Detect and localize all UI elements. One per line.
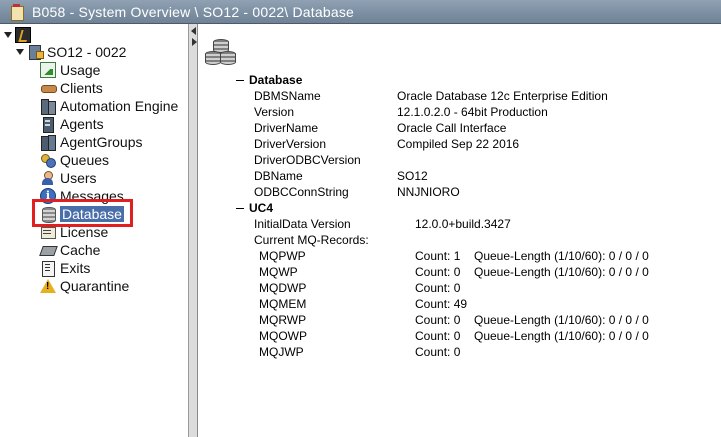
users-icon bbox=[40, 170, 56, 186]
mq-record-count: Count: 0 bbox=[415, 345, 461, 359]
mq-record-count: Count: 0 bbox=[415, 329, 461, 343]
tree-root[interactable] bbox=[4, 26, 35, 44]
window-title: B058 - System Overview \ SO12 - 0022\ Da… bbox=[32, 3, 355, 20]
field-key: DBMSName bbox=[254, 89, 321, 103]
clients-icon bbox=[40, 80, 57, 96]
field-key: DriverVersion bbox=[254, 137, 327, 151]
tree-item-label: Exits bbox=[60, 260, 91, 276]
tree-item-label: Automation Engine bbox=[60, 98, 179, 114]
section-title-database: Database bbox=[249, 73, 303, 87]
collapse-database-icon[interactable] bbox=[236, 80, 244, 81]
tree-item-label: Users bbox=[60, 170, 97, 186]
mq-record-count: Count: 49 bbox=[415, 297, 468, 311]
expand-caret-icon[interactable] bbox=[4, 32, 12, 38]
tree-item-label: Usage bbox=[60, 62, 101, 78]
expand-right-arrow-icon[interactable] bbox=[192, 38, 197, 46]
field-key: DriverODBCVersion bbox=[254, 153, 361, 167]
pane-splitter[interactable] bbox=[189, 24, 198, 437]
mq-record-count: Count: 0 bbox=[415, 313, 461, 327]
exits-icon bbox=[40, 260, 56, 277]
tree-item-label: Cache bbox=[60, 242, 101, 258]
quarantine-icon bbox=[40, 278, 56, 294]
mq-record-queue: Queue-Length (1/10/60): 0 / 0 / 0 bbox=[474, 313, 649, 327]
window-title-bar: B058 - System Overview \ SO12 - 0022\ Da… bbox=[0, 0, 721, 24]
mq-record-count: Count: 0 bbox=[415, 265, 461, 279]
field-value: Compiled Sep 22 2016 bbox=[397, 137, 520, 151]
field-value: 12.1.0.2.0 - 64bit Production bbox=[397, 105, 548, 119]
collapse-left-arrow-icon[interactable] bbox=[191, 27, 196, 35]
navigation-tree: SO12 - 0022 Usage Clients Automation Eng… bbox=[0, 24, 189, 437]
tree-item-users[interactable]: Users bbox=[40, 169, 97, 187]
tree-item-server[interactable]: SO12 - 0022 bbox=[16, 43, 126, 61]
clipboard-icon bbox=[10, 3, 24, 21]
expand-caret-icon[interactable] bbox=[16, 49, 24, 55]
field-key: DriverName bbox=[254, 121, 319, 135]
cache-icon bbox=[40, 242, 56, 258]
tree-item-label: Queues bbox=[60, 152, 110, 168]
root-icon bbox=[15, 27, 31, 43]
agentgroups-icon bbox=[40, 134, 56, 151]
field-key: ODBCConnString bbox=[254, 185, 349, 199]
tree-item-usage[interactable]: Usage bbox=[40, 61, 100, 79]
usage-icon bbox=[40, 62, 56, 78]
field-value: 12.0.0+build.3427 bbox=[415, 217, 511, 231]
mq-records-label: Current MQ-Records: bbox=[254, 233, 369, 247]
tree-item-exits[interactable]: Exits bbox=[40, 259, 90, 277]
agents-icon bbox=[40, 116, 56, 133]
field-key: DBName bbox=[254, 169, 303, 183]
tree-item-label: Quarantine bbox=[60, 278, 130, 294]
field-value: NNJNIORO bbox=[397, 185, 460, 199]
mq-record-queue: Queue-Length (1/10/60): 0 / 0 / 0 bbox=[474, 329, 649, 343]
tree-item-queues[interactable]: Queues bbox=[40, 151, 109, 169]
tree-item-cache[interactable]: Cache bbox=[40, 241, 100, 259]
mq-record-name: MQMEM bbox=[259, 297, 307, 311]
mq-record-queue: Queue-Length (1/10/60): 0 / 0 / 0 bbox=[474, 249, 649, 263]
tree-item-label: Clients bbox=[60, 80, 103, 96]
tree-item-agents[interactable]: Agents bbox=[40, 115, 104, 133]
server-icon bbox=[27, 44, 44, 60]
tree-item-label: Agents bbox=[60, 116, 104, 132]
mq-record-queue: Queue-Length (1/10/60): 0 / 0 / 0 bbox=[474, 265, 649, 279]
mq-record-name: MQRWP bbox=[259, 313, 307, 327]
tree-item-label: SO12 - 0022 bbox=[47, 44, 127, 60]
mq-record-name: MQPWP bbox=[259, 249, 306, 263]
section-title-uc4: UC4 bbox=[249, 201, 274, 215]
selection-highlight-box bbox=[32, 199, 133, 227]
mq-record-name: MQDWP bbox=[259, 281, 307, 295]
details-panel: Database DBMSName Oracle Database 12c En… bbox=[199, 24, 721, 437]
field-key: Version bbox=[254, 105, 295, 119]
field-value: SO12 bbox=[397, 169, 428, 183]
mq-record-name: MQWP bbox=[259, 265, 298, 279]
mq-record-name: MQJWP bbox=[259, 345, 304, 359]
automation-engine-icon bbox=[40, 98, 56, 115]
collapse-uc4-icon[interactable] bbox=[236, 208, 244, 209]
tree-item-quarantine[interactable]: Quarantine bbox=[40, 277, 129, 295]
tree-item-clients[interactable]: Clients bbox=[40, 79, 103, 97]
tree-item-label: AgentGroups bbox=[60, 134, 143, 150]
database-header-icon bbox=[203, 39, 237, 69]
tree-item-automation-engine[interactable]: Automation Engine bbox=[40, 97, 178, 115]
field-value: Oracle Database 12c Enterprise Edition bbox=[397, 89, 608, 103]
field-key: InitialData Version bbox=[254, 217, 351, 231]
tree-item-agentgroups[interactable]: AgentGroups bbox=[40, 133, 143, 151]
mq-record-count: Count: 1 bbox=[415, 249, 461, 263]
field-value: Oracle Call Interface bbox=[397, 121, 507, 135]
mq-record-count: Count: 0 bbox=[415, 281, 461, 295]
mq-record-name: MQOWP bbox=[259, 329, 307, 343]
queues-icon bbox=[40, 152, 56, 168]
